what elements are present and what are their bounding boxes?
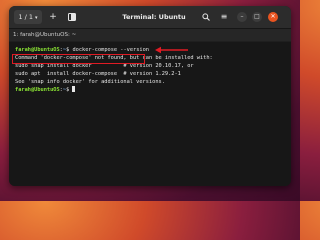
prompt-user: farah@UbuntuOS [15,47,60,53]
tab-bar: 1: farah@UbuntuOS: ~ [9,29,291,41]
current-prompt-line: farah@UbuntuOS:~$ [15,86,76,94]
tab-counter-label: 1 / 1 [18,13,34,21]
maximize-icon: □ [254,13,260,20]
annotation-arrow-icon [155,46,188,54]
split-pane-button[interactable] [65,10,79,24]
add-tab-button[interactable]: + [46,10,60,24]
text-cursor [72,86,76,92]
hamburger-menu-icon: ≡ [220,12,228,21]
maximize-button[interactable]: □ [252,12,262,22]
command-line: farah@UbuntuOS:~$ docker-compose --versi… [15,46,149,54]
split-pane-icon [68,13,76,21]
plus-icon: + [49,12,57,22]
window-title: Terminal: Ubuntu [122,13,186,21]
command-text: docker-compose --version [72,47,149,53]
minimize-icon: – [240,13,244,20]
error-highlight-box [12,54,145,64]
search-button[interactable] [199,10,213,24]
output-line: See 'snap info docker' for additional ve… [15,79,165,85]
title-bar: 1 / 1 ▾ + Terminal: Ubuntu ≡ – □ ✕ [9,6,291,29]
chevron-down-icon: ▾ [35,15,38,21]
prompt-user: farah@UbuntuOS [15,87,60,93]
output-line: sudo apt install docker-compose # versio… [15,71,181,77]
close-icon: ✕ [270,13,276,20]
terminal-window: 1 / 1 ▾ + Terminal: Ubuntu ≡ – □ ✕ 1: fa… [9,6,291,186]
minimize-button[interactable]: – [237,12,247,22]
search-icon [202,13,210,21]
terminal-output-area[interactable]: farah@UbuntuOS:~$ docker-compose --versi… [9,42,291,186]
tab-counter-button[interactable]: 1 / 1 ▾ [14,10,42,24]
tab-ubuntu[interactable]: 1: farah@UbuntuOS: ~ [13,29,76,41]
menu-button[interactable]: ≡ [217,10,231,24]
close-button[interactable]: ✕ [268,12,278,22]
